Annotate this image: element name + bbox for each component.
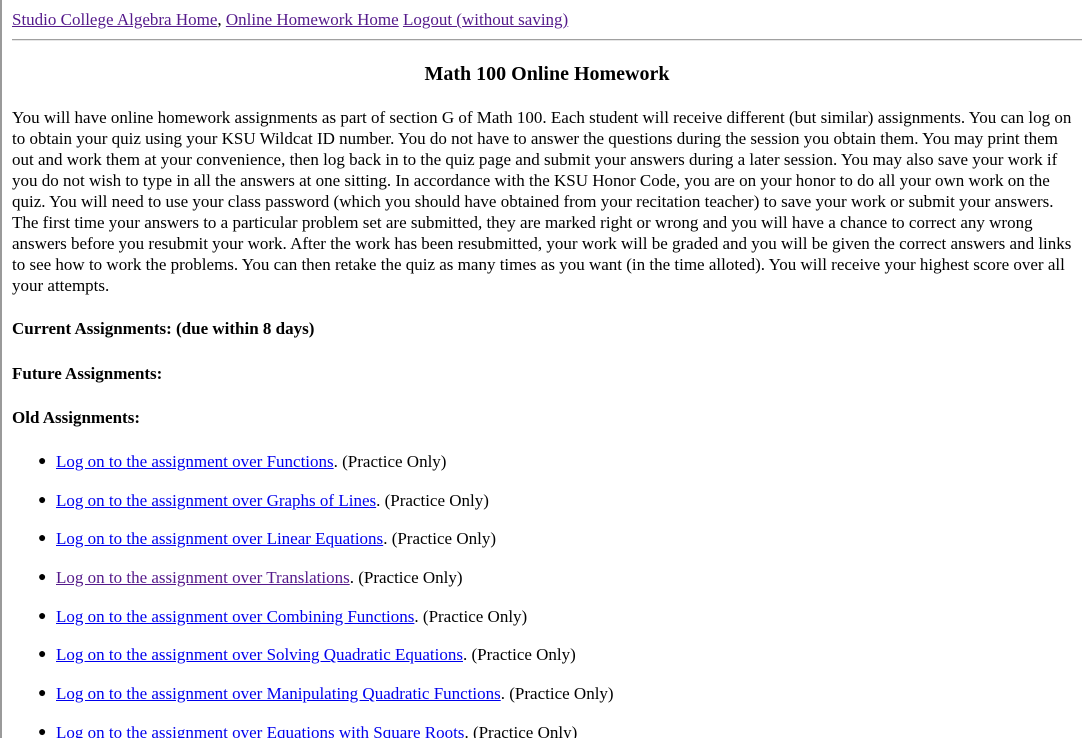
assignment-note: . (Practice Only) [463, 645, 576, 665]
assignment-note: . (Practice Only) [500, 684, 614, 704]
bullet-icon: ● [38, 492, 47, 508]
list-item: ● Log on to the assignment over Manipulat… [38, 683, 1082, 705]
logout-link[interactable]: Logout (without saving) [403, 10, 568, 29]
bullet-icon: ● [38, 570, 47, 586]
intro-paragraph: You will have online homework assignment… [12, 108, 1072, 295]
assignment-solving-quadratic-equations-link[interactable]: Log on to the assignment over Solving Qu… [56, 645, 463, 664]
assignment-linear-equations-link[interactable]: Log on to the assignment over Linear Equ… [56, 529, 383, 548]
page-title: Math 100 Online Homework [424, 63, 670, 85]
assignment-note: . (Practice Only) [414, 606, 528, 626]
assignment-manipulating-quadratic-functions-link[interactable]: Log on to the assignment over Manipulati… [56, 684, 501, 703]
list-item: ● Log on to the assignment over Combining… [38, 606, 1082, 628]
current-assignments-heading: Current Assignments: (due within 8 days) [12, 319, 315, 338]
list-item: ● Log on to the assignment over Linear Eq… [38, 528, 1082, 550]
top-navigation: Studio College Algebra Home, Online Home… [12, 9, 1082, 31]
bullet-icon: ● [38, 454, 47, 469]
list-item: ● Log on to the assignment over Equations… [38, 722, 1082, 738]
bullet-icon: ● [38, 647, 47, 663]
bullet-icon: ● [38, 608, 47, 624]
old-assignments-list: ● Log on to the assignment over Functions… [12, 451, 1082, 738]
assignment-note: . (Practice Only) [383, 529, 497, 549]
future-assignments-heading: Future Assignments: [12, 364, 163, 383]
list-item: ● Log on to the assignment over Translati… [38, 567, 1082, 589]
assignment-note: . (Practice Only) [376, 490, 489, 510]
assignment-translations-link[interactable]: Log on to the assignment over Translatio… [56, 568, 350, 587]
online-homework-home-link[interactable]: Online Homework Home [226, 10, 399, 29]
list-item: ● Log on to the assignment over Graphs of… [38, 490, 1082, 512]
assignment-functions-link[interactable]: Log on to the assignment over Functions [56, 452, 334, 471]
assignment-note: . (Practice Only) [464, 722, 578, 738]
bullet-icon: ● [38, 686, 47, 702]
old-assignments-heading: Old Assignments: [12, 408, 140, 427]
bullet-icon: ● [38, 531, 47, 547]
bullet-icon: ● [38, 724, 47, 738]
assignment-graphs-of-lines-link[interactable]: Log on to the assignment over Graphs of … [56, 491, 376, 510]
assignment-equations-with-square-roots-link[interactable]: Log on to the assignment over Equations … [56, 723, 464, 738]
list-item: ● Log on to the assignment over Functions… [38, 451, 1082, 473]
header-divider [12, 39, 1082, 41]
window-left-border [0, 0, 2, 738]
list-item: ● Log on to the assignment over Solving Q… [38, 644, 1082, 666]
nav-separator: , [217, 10, 226, 29]
assignment-note: . (Practice Only) [333, 452, 447, 471]
page-content: Studio College Algebra Home, Online Home… [12, 0, 1082, 738]
assignment-combining-functions-link[interactable]: Log on to the assignment over Combining … [56, 607, 414, 626]
studio-college-algebra-home-link[interactable]: Studio College Algebra Home [12, 10, 217, 29]
assignment-note: . (Practice Only) [349, 568, 463, 588]
